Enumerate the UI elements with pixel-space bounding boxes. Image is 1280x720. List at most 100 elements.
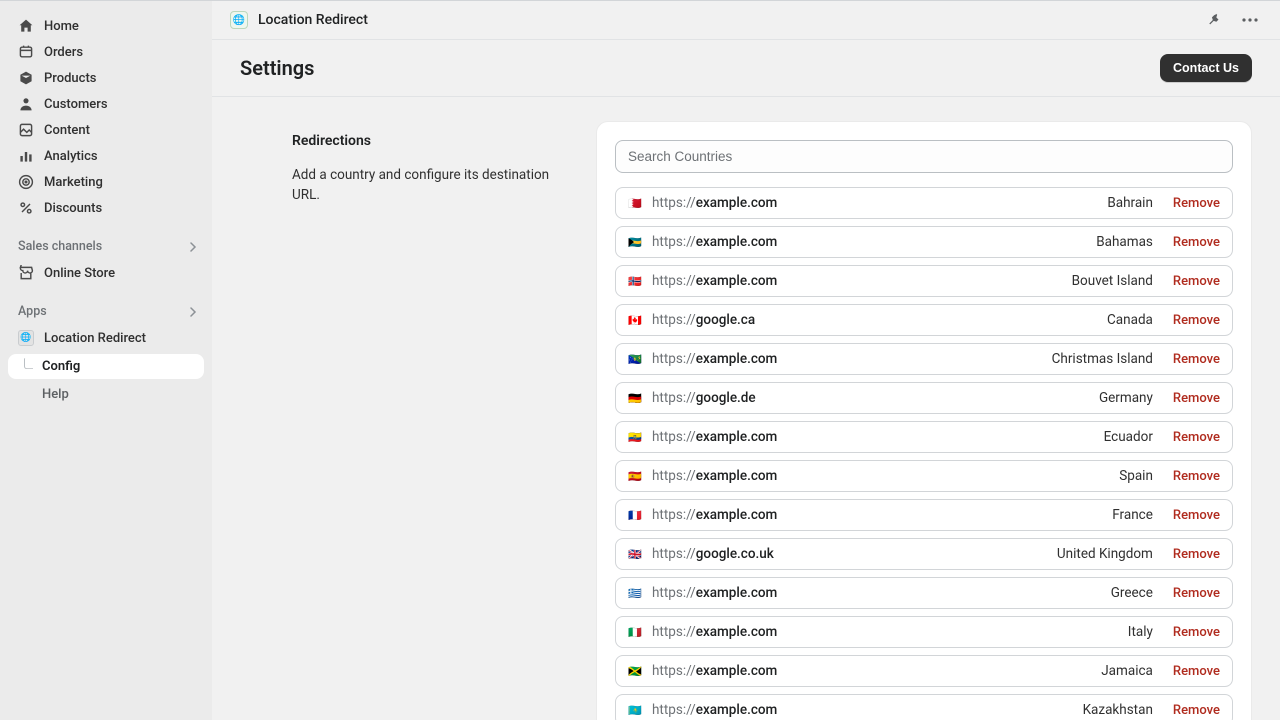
- redirect-row[interactable]: 🇪🇸 https://example.com Spain Remove: [615, 460, 1233, 492]
- remove-button[interactable]: Remove: [1173, 547, 1220, 562]
- remove-button[interactable]: Remove: [1173, 625, 1220, 640]
- discounts-icon: [18, 200, 34, 216]
- sidebar-item-customers[interactable]: Customers: [0, 91, 212, 117]
- sidebar-app-location-redirect[interactable]: 🌐Location Redirect: [0, 325, 212, 351]
- redirect-row[interactable]: 🇯🇲 https://example.com Jamaica Remove: [615, 655, 1233, 687]
- redirect-country: Bahamas: [1096, 234, 1153, 250]
- contact-us-button[interactable]: Contact Us: [1160, 54, 1252, 82]
- sidebar-item-home[interactable]: Home: [0, 13, 212, 39]
- remove-button[interactable]: Remove: [1173, 196, 1220, 211]
- redirect-row[interactable]: 🇨🇦 https://google.ca Canada Remove: [615, 304, 1233, 336]
- redirect-row[interactable]: 🇫🇷 https://example.com France Remove: [615, 499, 1233, 531]
- remove-button[interactable]: Remove: [1173, 430, 1220, 445]
- flag-icon: 🇫🇷: [628, 510, 642, 521]
- chevron-right-icon: [188, 307, 198, 317]
- redirect-row[interactable]: 🇰🇿 https://example.com Kazakhstan Remove: [615, 694, 1233, 720]
- flag-icon: 🇯🇲: [628, 666, 642, 677]
- redirect-url: https://google.co.uk: [652, 546, 1039, 562]
- home-icon: [18, 18, 34, 34]
- sidebar-section-label: Sales channels: [18, 239, 102, 254]
- sidebar-item-label: Customers: [44, 97, 108, 112]
- remove-button[interactable]: Remove: [1173, 508, 1220, 523]
- redirect-country: Italy: [1128, 624, 1153, 640]
- sidebar-item-label: Products: [44, 71, 96, 86]
- remove-button[interactable]: Remove: [1173, 703, 1220, 718]
- analytics-icon: [18, 148, 34, 164]
- sidebar-item-label: Home: [44, 19, 79, 34]
- page-title: Settings: [240, 56, 314, 80]
- redirect-country: Canada: [1107, 312, 1153, 328]
- redirect-url: https://example.com: [652, 663, 1083, 679]
- redirect-url: https://example.com: [652, 468, 1101, 484]
- redirect-country: Christmas Island: [1052, 351, 1153, 367]
- redirect-row[interactable]: 🇮🇹 https://example.com Italy Remove: [615, 616, 1233, 648]
- customers-icon: [18, 96, 34, 112]
- sidebar-section-apps[interactable]: Apps: [0, 298, 212, 325]
- redirect-row[interactable]: 🇧🇭 https://example.com Bahrain Remove: [615, 187, 1233, 219]
- redirect-row[interactable]: 🇬🇷 https://example.com Greece Remove: [615, 577, 1233, 609]
- redirect-row[interactable]: 🇨🇽 https://example.com Christmas Island …: [615, 343, 1233, 375]
- remove-button[interactable]: Remove: [1173, 664, 1220, 679]
- orders-icon: [18, 44, 34, 60]
- redirect-country: Ecuador: [1104, 429, 1153, 445]
- redirect-url: https://google.de: [652, 390, 1081, 406]
- redirections-card: 🇧🇭 https://example.com Bahrain Remove 🇧🇸…: [596, 121, 1252, 720]
- sidebar-item-label: Analytics: [44, 149, 98, 164]
- search-input[interactable]: [615, 140, 1233, 173]
- sidebar-item-products[interactable]: Products: [0, 65, 212, 91]
- redirect-url: https://example.com: [652, 195, 1089, 211]
- sidebar-subitem-label: Config: [42, 359, 80, 374]
- sidebar-item-content[interactable]: Content: [0, 117, 212, 143]
- remove-button[interactable]: Remove: [1173, 313, 1220, 328]
- remove-button[interactable]: Remove: [1173, 586, 1220, 601]
- flag-icon: 🇰🇿: [628, 705, 642, 716]
- content-icon: [18, 122, 34, 138]
- more-icon[interactable]: [1238, 14, 1262, 26]
- sidebar-item-label: Orders: [44, 45, 83, 60]
- redirect-country: Jamaica: [1101, 663, 1153, 679]
- flag-icon: 🇨🇽: [628, 354, 642, 365]
- redirect-country: Greece: [1111, 585, 1153, 601]
- redirect-country: Germany: [1099, 390, 1153, 406]
- remove-button[interactable]: Remove: [1173, 352, 1220, 367]
- sidebar-section-channels[interactable]: Sales channels: [0, 233, 212, 260]
- redirect-row[interactable]: 🇬🇧 https://google.co.uk United Kingdom R…: [615, 538, 1233, 570]
- redirect-url: https://example.com: [652, 702, 1065, 718]
- redirect-url: https://example.com: [652, 585, 1093, 601]
- remove-button[interactable]: Remove: [1173, 235, 1220, 250]
- topbar-title: Location Redirect: [258, 12, 368, 28]
- redirect-country: Bouvet Island: [1072, 273, 1153, 289]
- sidebar-section-label: Apps: [18, 304, 47, 319]
- redirect-country: Bahrain: [1107, 195, 1153, 211]
- sidebar-item-online-store[interactable]: Online Store: [0, 260, 212, 286]
- flag-icon: 🇨🇦: [628, 315, 642, 326]
- flag-icon: 🇬🇧: [628, 549, 642, 560]
- sidebar-item-label: Location Redirect: [44, 331, 146, 346]
- redirect-row[interactable]: 🇧🇻 https://example.com Bouvet Island Rem…: [615, 265, 1233, 297]
- redirect-url: https://example.com: [652, 507, 1094, 523]
- store-icon: [18, 265, 34, 281]
- topbar: 🌐 Location Redirect: [212, 1, 1280, 40]
- app-icon: 🌐: [230, 11, 248, 29]
- sidebar-item-orders[interactable]: Orders: [0, 39, 212, 65]
- remove-button[interactable]: Remove: [1173, 274, 1220, 289]
- redirect-row[interactable]: 🇪🇨 https://example.com Ecuador Remove: [615, 421, 1233, 453]
- remove-button[interactable]: Remove: [1173, 469, 1220, 484]
- sidebar-item-discounts[interactable]: Discounts: [0, 195, 212, 221]
- remove-button[interactable]: Remove: [1173, 391, 1220, 406]
- flag-icon: 🇧🇭: [628, 198, 642, 209]
- redirect-row[interactable]: 🇩🇪 https://google.de Germany Remove: [615, 382, 1233, 414]
- redirect-url: https://example.com: [652, 351, 1034, 367]
- sidebar-item-analytics[interactable]: Analytics: [0, 143, 212, 169]
- redirect-row[interactable]: 🇧🇸 https://example.com Bahamas Remove: [615, 226, 1233, 258]
- sidebar-item-label: Discounts: [44, 201, 102, 216]
- section-description: Add a country and configure its destinat…: [292, 165, 572, 206]
- flag-icon: 🇪🇸: [628, 471, 642, 482]
- redirect-url: https://example.com: [652, 429, 1086, 445]
- flag-icon: 🇪🇨: [628, 432, 642, 443]
- sidebar-item-marketing[interactable]: Marketing: [0, 169, 212, 195]
- chevron-right-icon: [188, 242, 198, 252]
- sidebar-subitem-config[interactable]: Config: [8, 354, 204, 379]
- sidebar-subitem-help[interactable]: Help: [0, 382, 212, 407]
- pin-icon[interactable]: [1204, 9, 1226, 31]
